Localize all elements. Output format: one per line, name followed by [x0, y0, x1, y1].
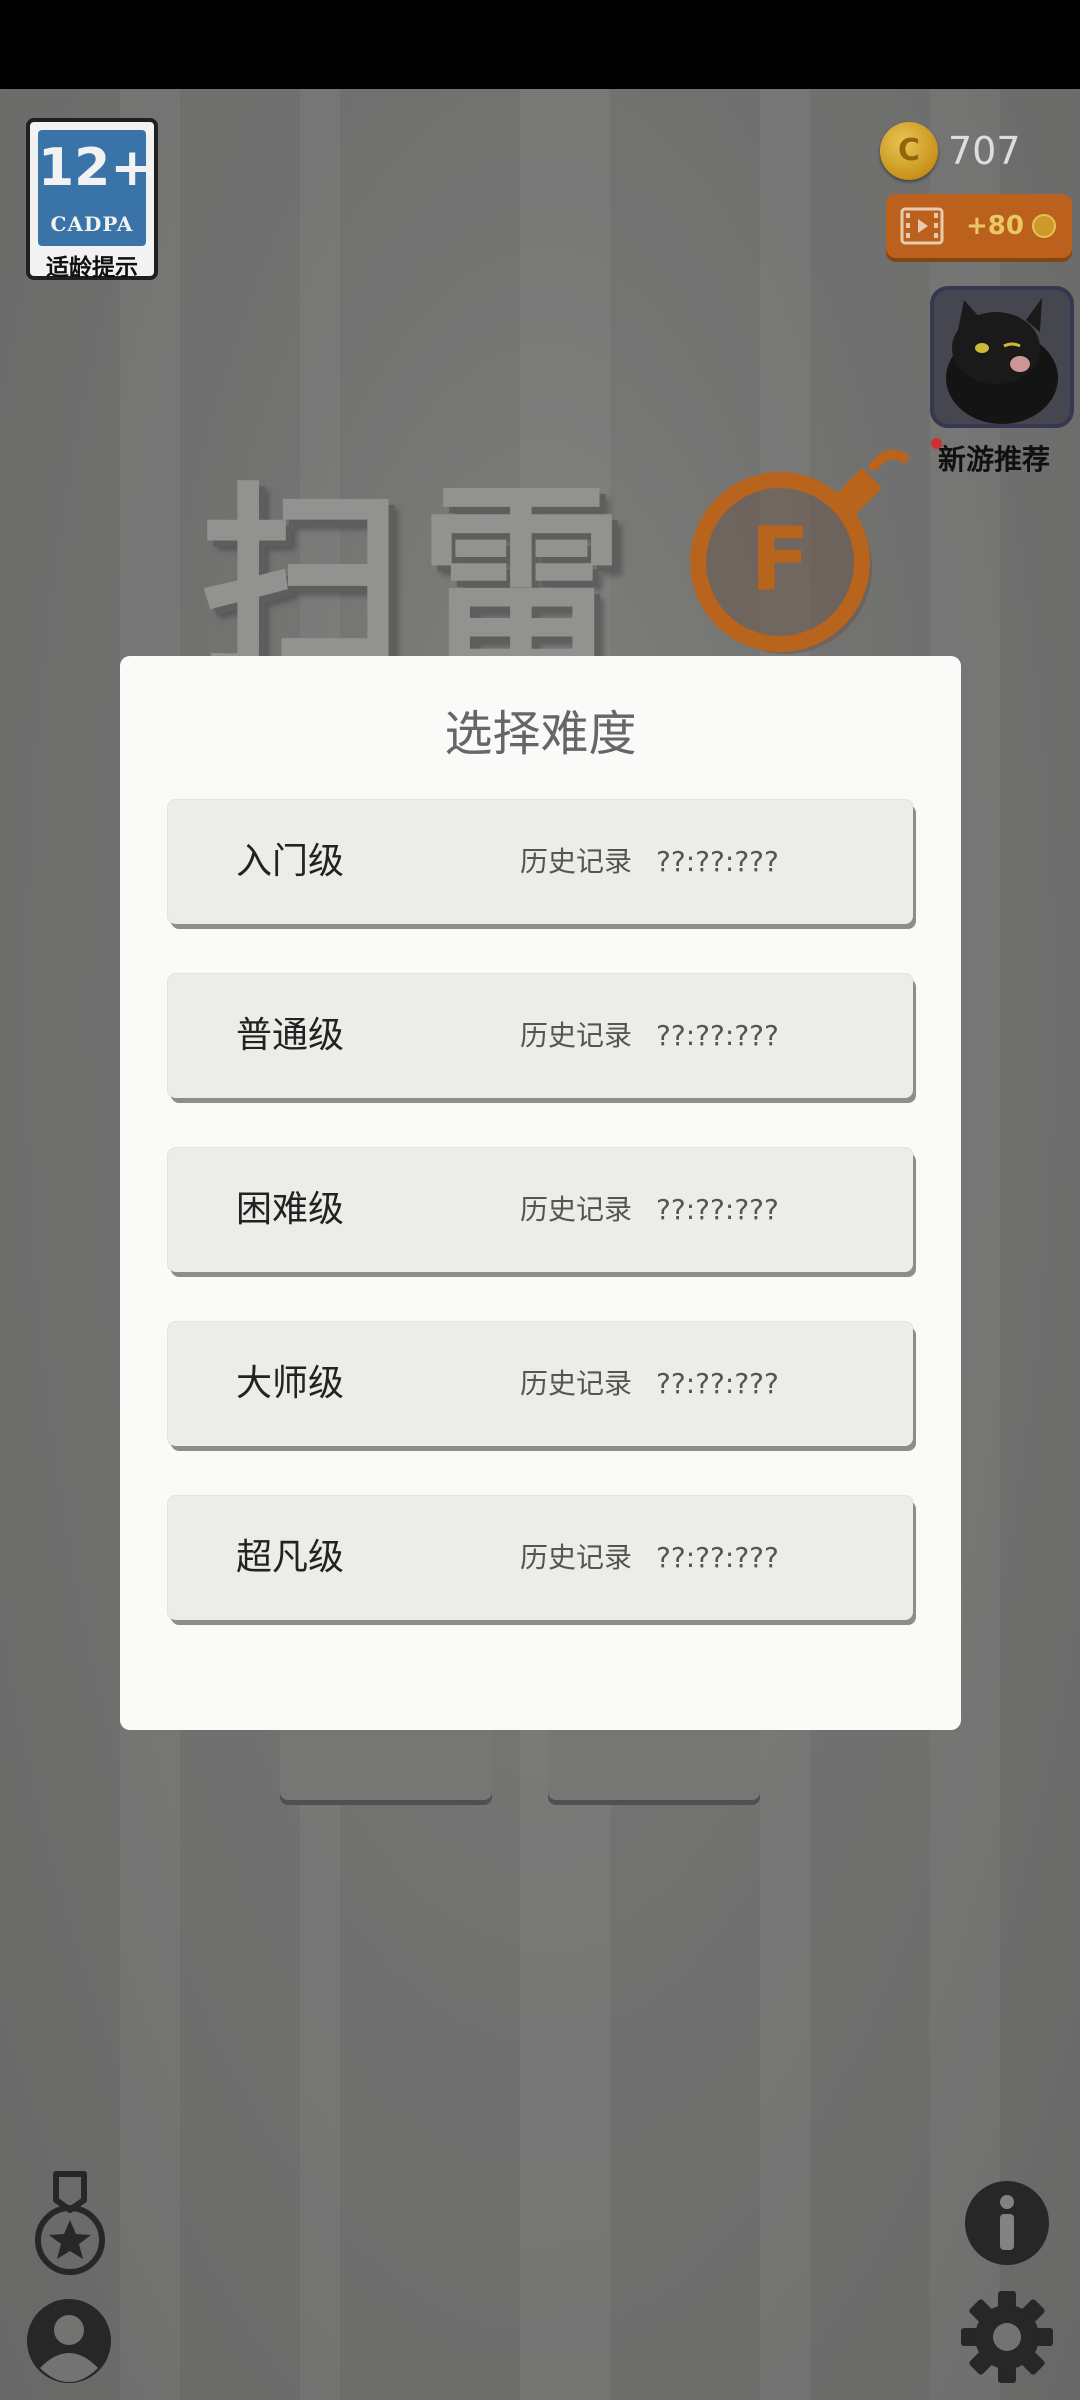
best-time: ??:??:???	[656, 1193, 779, 1226]
best-time: ??:??:???	[656, 1019, 779, 1052]
level-name: 普通级	[236, 1015, 345, 1056]
status-bar	[0, 0, 1080, 89]
level-name: 超凡级	[236, 1537, 345, 1578]
difficulty-dialog: 选择难度 入门级 历史记录 ??:??:??? 普通级 历史记录 ??:??:?…	[120, 656, 961, 1730]
level-button-hard[interactable]: 困难级 历史记录 ??:??:???	[168, 1148, 913, 1272]
history-label: 历史记录	[520, 845, 633, 878]
history-label: 历史记录	[520, 1541, 633, 1574]
level-button-normal[interactable]: 普通级 历史记录 ??:??:???	[168, 974, 913, 1098]
history-label: 历史记录	[520, 1019, 633, 1052]
level-name: 困难级	[236, 1189, 345, 1230]
best-time: ??:??:???	[656, 1367, 779, 1400]
level-name: 大师级	[236, 1363, 345, 1404]
history-label: 历史记录	[520, 1193, 633, 1226]
dialog-title: 选择难度	[444, 706, 637, 762]
level-button-extraordinary[interactable]: 超凡级 历史记录 ??:??:???	[168, 1496, 913, 1620]
history-label: 历史记录	[520, 1367, 633, 1400]
level-name: 入门级	[236, 841, 345, 882]
best-time: ??:??:???	[656, 845, 779, 878]
level-button-beginner[interactable]: 入门级 历史记录 ??:??:???	[168, 800, 913, 924]
level-button-master[interactable]: 大师级 历史记录 ??:??:???	[168, 1322, 913, 1446]
best-time: ??:??:???	[656, 1541, 779, 1574]
